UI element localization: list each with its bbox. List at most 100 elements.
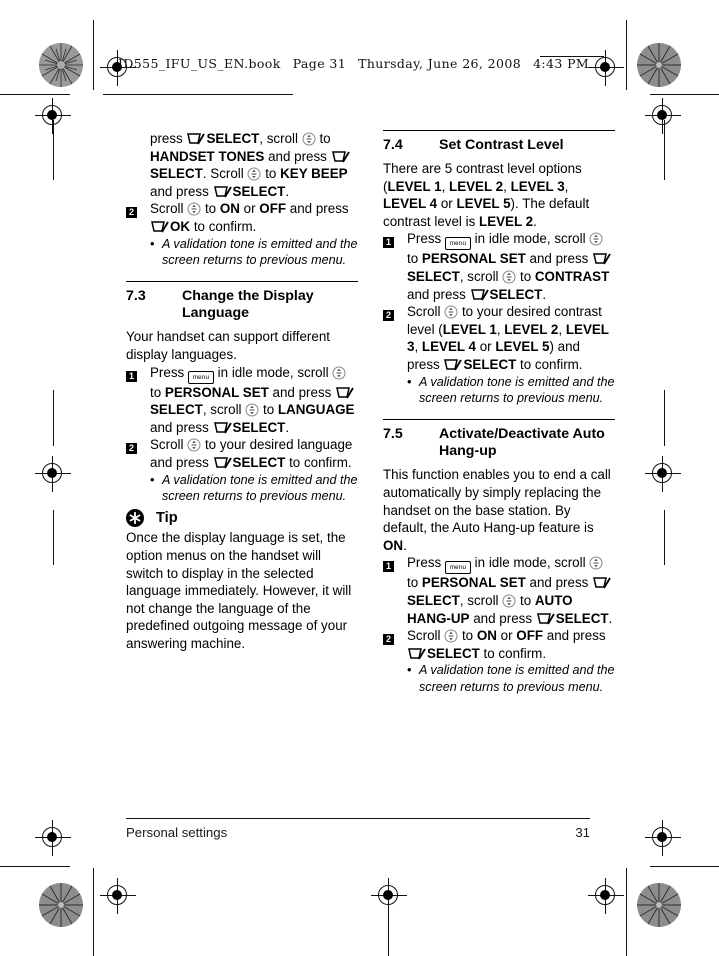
text-bold: LEVEL 4 (421, 339, 476, 355)
text: Press (407, 555, 445, 571)
scroll-navigation-icon (302, 132, 316, 146)
softkey-icon (213, 456, 233, 470)
text: or (437, 196, 457, 212)
text: and press (525, 575, 593, 591)
text-bold: CONTRAST (534, 268, 610, 284)
text: in idle mode, scroll (470, 555, 590, 571)
header-filename: ID555_IFU_US_EN.book (118, 56, 281, 71)
text: to (516, 268, 535, 284)
text: to confirm. (190, 218, 257, 234)
step-item: 1 Press menu in idle mode, scroll to PER… (126, 364, 358, 437)
footer-page-number: 31 (575, 825, 590, 840)
text: , (564, 178, 569, 194)
text: to (315, 131, 331, 146)
step-item: 2 Scroll to your desired contrast level … (383, 303, 615, 373)
text-bold: LEVEL 2 (479, 213, 534, 229)
step-number-box: 1 (383, 237, 394, 249)
text-bold: ON (219, 201, 240, 217)
text-bold: ON (476, 628, 497, 644)
footer-chapter-label: Personal settings (126, 825, 228, 840)
section-divider (383, 419, 615, 421)
step-item: 2 Scroll to your desired language and pr… (126, 436, 358, 471)
text: Scroll (150, 201, 188, 217)
text-bold: LEVEL 1 (387, 178, 442, 194)
text: and press (286, 201, 349, 217)
left-column: press SELECT, scroll to HANDSET TONES an… (126, 130, 358, 653)
text: and press (264, 148, 331, 164)
scroll-navigation-icon (589, 556, 603, 570)
text-bold: LEVEL 2 (504, 321, 559, 337)
text: to (150, 384, 165, 400)
right-column: 7.4 Set Contrast Level There are 5 contr… (383, 130, 615, 695)
scroll-navigation-icon (589, 232, 603, 246)
text: to confirm. (479, 645, 547, 661)
scroll-navigation-icon (444, 629, 458, 643)
scroll-navigation-icon (245, 403, 259, 417)
section-divider (383, 130, 615, 131)
softkey-icon (592, 252, 612, 266)
text: , (414, 339, 422, 355)
note-item: • A validation tone is emitted and the s… (407, 662, 615, 695)
section-intro: There are 5 contrast level options (LEVE… (383, 160, 615, 230)
softkey-icon (213, 421, 233, 435)
menu-key-icon: menu (444, 561, 471, 575)
section-intro: Your handset can support different displ… (126, 329, 330, 362)
text: . (542, 286, 547, 302)
text: . (285, 183, 290, 199)
text: and press (407, 286, 470, 302)
text-bold: OFF (259, 201, 287, 217)
step-item: 1 Press menu in idle mode, scroll to PER… (383, 230, 615, 303)
text: to (458, 628, 477, 644)
bullet-dot-icon: • (150, 235, 155, 251)
text-bold: SELECT (232, 454, 286, 470)
text: . (403, 537, 407, 553)
text-bold: SELECT (555, 610, 609, 626)
text-bold: KEY BEEP (280, 166, 348, 182)
text-bold: SELECT (489, 286, 543, 302)
softkey-icon (186, 132, 206, 146)
step-number-box: 2 (383, 310, 394, 322)
step-body: Press menu in idle mode, scroll to PERSO… (407, 230, 615, 303)
text: , (441, 178, 450, 194)
document-page: ID555_IFU_US_EN.book Page 31 Thursday, Jun… (0, 0, 719, 956)
text-bold: ON (383, 537, 404, 553)
softkey-icon (335, 386, 355, 400)
step-number-box: 2 (126, 207, 137, 219)
scroll-navigation-icon (187, 438, 201, 452)
text-bold: SELECT (407, 592, 460, 608)
note-item: • A validation tone is emitted and the s… (150, 236, 358, 269)
scroll-navigation-icon (187, 202, 201, 216)
step-body: Scroll to your desired language and pres… (150, 436, 358, 471)
text: . (285, 419, 290, 435)
text: Scroll (150, 437, 188, 453)
step-body: Press menu in idle mode, scroll to PERSO… (407, 554, 615, 627)
text: Scroll (407, 628, 445, 644)
tip-heading: Tip (126, 509, 358, 528)
note-item: • A validation tone is emitted and the s… (150, 472, 358, 505)
text-bold: SELECT (407, 268, 460, 284)
text: or (476, 339, 496, 355)
menu-key-icon: menu (444, 237, 471, 251)
section-number: 7.4 (383, 137, 403, 153)
continued-step-indent (126, 130, 150, 132)
step-item: 2 Scroll to ON or OFF and press SELECT t… (383, 627, 615, 662)
text: to (261, 166, 281, 182)
step-item: 2 Scroll to ON or OFF and press OK to co… (126, 200, 358, 235)
step-number: 1 (383, 554, 407, 574)
text: to (407, 575, 422, 591)
text: . (608, 610, 613, 626)
text: . (533, 213, 537, 229)
text: , scroll (202, 402, 246, 418)
text: and press (150, 183, 213, 199)
step-number: 2 (126, 436, 150, 456)
text: to (516, 592, 535, 608)
text: , (503, 178, 511, 194)
menu-key-icon: menu (187, 370, 214, 384)
note-text: A validation tone is emitted and the scr… (162, 472, 358, 503)
softkey-icon (407, 647, 427, 661)
text: or (239, 201, 260, 217)
text: to confirm. (516, 356, 583, 372)
tip-text: Once the display language is set, the op… (126, 530, 352, 651)
softkey-icon (150, 220, 170, 234)
text-bold: PERSONAL SET (421, 251, 526, 267)
